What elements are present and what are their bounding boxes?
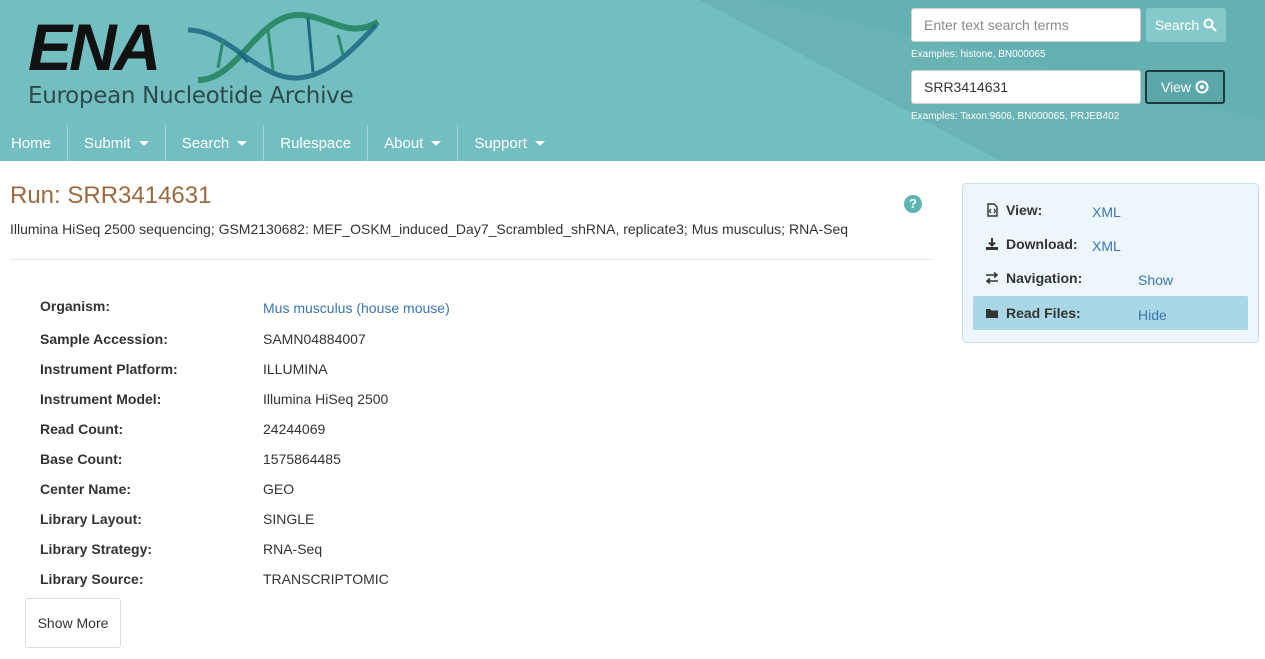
read-files-hide-link[interactable]: Hide <box>1138 307 1167 323</box>
attribute-label: Organism: <box>40 298 111 314</box>
attribute-value: 1575864485 <box>263 451 341 467</box>
ena-logo[interactable]: ENA European Nucleotide Archive <box>28 10 388 114</box>
divider <box>10 259 933 260</box>
text-search-input[interactable] <box>911 8 1141 42</box>
site-header: ENA European Nucleotide Archive Search E… <box>0 0 1265 161</box>
attribute-value: 24244069 <box>263 421 326 437</box>
show-more-button[interactable]: Show More <box>25 598 121 648</box>
navigation-show-link[interactable]: Show <box>1138 272 1173 288</box>
attribute-label: Center Name: <box>40 481 132 497</box>
attribute-value: GEO <box>263 481 295 497</box>
view-xml-link[interactable]: XML <box>1092 204 1121 220</box>
nav-label: Submit <box>84 134 131 152</box>
download-xml-link[interactable]: XML <box>1092 238 1121 254</box>
nav-label: Home <box>11 134 52 152</box>
accession-view-form: View <box>911 70 1227 104</box>
logo-subtitle: European Nucleotide Archive <box>28 83 354 109</box>
attribute-label: Instrument Platform: <box>40 361 178 377</box>
attribute-row: Sample Accession: SAMN04884007 <box>40 331 840 353</box>
attribute-row: Library Strategy: RNA-Seq <box>40 541 840 563</box>
attribute-label: Instrument Model: <box>40 391 162 407</box>
search-button[interactable]: Search <box>1146 8 1226 42</box>
side-row-view: View: XML <box>973 193 1248 227</box>
question-circle-icon[interactable]: ? <box>904 195 922 213</box>
nav-rulespace[interactable]: Rulespace <box>264 125 369 161</box>
attribute-value: ILLUMINA <box>263 361 328 377</box>
nav-label: Support <box>474 134 527 152</box>
side-row-navigation: Navigation: Show <box>973 261 1248 295</box>
text-search-form: Search <box>911 8 1227 42</box>
download-icon <box>986 238 998 250</box>
attribute-value: SINGLE <box>263 511 315 527</box>
attribute-label: Sample Accession: <box>40 331 168 347</box>
nav-submit[interactable]: Submit <box>68 125 166 161</box>
attribute-row: Read Count: 24244069 <box>40 421 840 443</box>
attribute-label: Read Count: <box>40 421 124 437</box>
caret-down-icon <box>534 140 545 146</box>
side-label: Download: <box>1006 236 1078 252</box>
nav-label: Rulespace <box>280 134 352 152</box>
attribute-label: Base Count: <box>40 451 123 467</box>
attribute-value: TRANSCRIPTOMIC <box>263 571 389 587</box>
view-button[interactable]: View <box>1145 70 1225 104</box>
nav-label: Search <box>181 134 230 152</box>
attribute-value: RNA-Seq <box>263 541 323 557</box>
attribute-row: Organism: Mus musculus (house mouse) <box>40 298 840 320</box>
attribute-label: Library Layout: <box>40 511 142 527</box>
main-nav: Home Submit Search Rulespace About Suppo… <box>0 125 561 161</box>
nav-home[interactable]: Home <box>0 125 69 161</box>
attribute-row: Base Count: 1575864485 <box>40 451 840 473</box>
side-panel: View: XML Download: XML Navigation: Show… <box>962 183 1259 343</box>
page-title: Run: SRR3414631 <box>10 182 212 209</box>
file-code-icon <box>987 203 998 217</box>
side-row-download: Download: XML <box>973 227 1248 261</box>
side-row-read-files: Read Files: Hide <box>973 296 1248 330</box>
caret-down-icon <box>138 140 149 146</box>
attribute-value: Illumina HiSeq 2500 <box>263 391 389 407</box>
attribute-row: Instrument Platform: ILLUMINA <box>40 361 840 383</box>
run-description: Illumina HiSeq 2500 sequencing; GSM21306… <box>10 221 849 237</box>
attribute-row: Instrument Model: Illumina HiSeq 2500 <box>40 391 840 413</box>
target-icon <box>1195 80 1209 94</box>
nav-about[interactable]: About <box>368 125 459 161</box>
nav-search[interactable]: Search <box>166 125 265 161</box>
attribute-value: SAMN04884007 <box>263 331 366 347</box>
side-label: Navigation: <box>1006 270 1083 286</box>
attribute-row: Library Layout: SINGLE <box>40 511 840 533</box>
dna-helix-icon <box>187 11 380 83</box>
nav-label: About <box>384 134 424 152</box>
accession-input[interactable] <box>911 70 1141 104</box>
attribute-label: Library Source: <box>40 571 144 587</box>
logo-wordmark: ENA <box>28 10 161 84</box>
attribute-label: Library Strategy: <box>40 541 153 557</box>
attribute-row: Center Name: GEO <box>40 481 840 503</box>
exchange-icon <box>985 271 999 285</box>
search-examples: Examples: histone, BN000065 <box>911 49 1046 60</box>
side-label: Read Files: <box>1006 305 1081 321</box>
organism-link[interactable]: Mus musculus (house mouse) <box>263 300 450 316</box>
caret-down-icon <box>431 140 442 146</box>
folder-icon <box>986 309 998 318</box>
caret-down-icon <box>237 140 248 146</box>
view-button-label: View <box>1160 79 1192 95</box>
attribute-row: Library Source: TRANSCRIPTOMIC <box>40 571 840 593</box>
search-icon <box>1203 18 1217 32</box>
nav-support[interactable]: Support <box>458 125 561 161</box>
view-examples: Examples: Taxon:9606, BN000065, PRJEB402 <box>911 111 1120 122</box>
search-button-label: Search <box>1154 17 1200 33</box>
side-label: View: <box>1006 202 1043 218</box>
